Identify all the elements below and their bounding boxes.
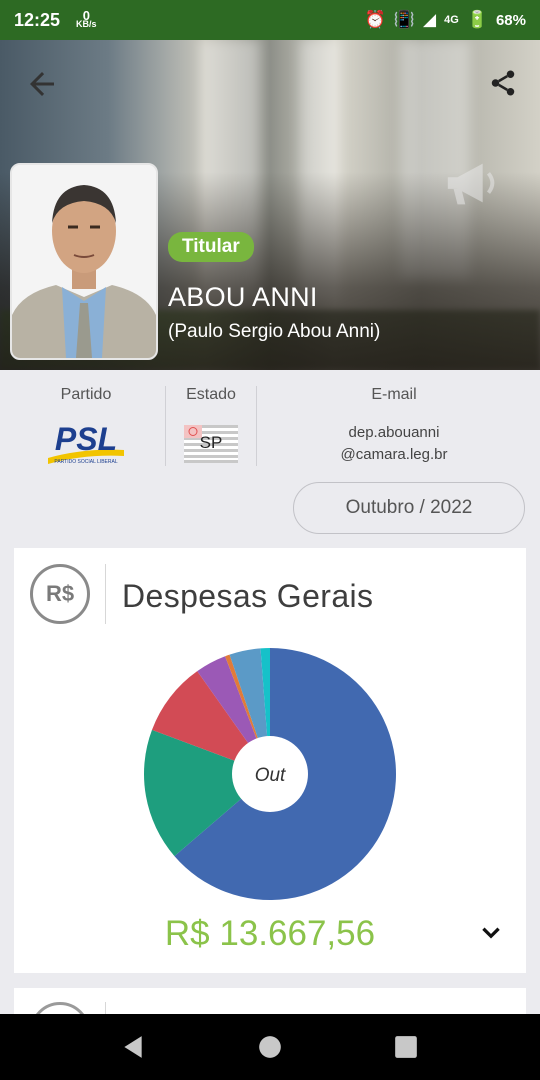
email-column: E-mail xyxy=(260,386,528,404)
email-value-line2[interactable]: @camara.leg.br xyxy=(260,446,528,463)
divider xyxy=(105,564,106,624)
deputy-photo xyxy=(10,163,158,360)
vibrate-icon: 📳 xyxy=(393,10,416,29)
deputy-info-row: Partido PSL PARTIDO SOCIAL LIBERAL Estad… xyxy=(0,370,540,482)
currency-icon: R$ xyxy=(30,564,90,624)
state-column: Estado xyxy=(170,386,252,404)
party-logo-text: PSL xyxy=(55,421,117,457)
party-label: Partido xyxy=(60,386,112,403)
signal-icon: ◢ xyxy=(423,10,437,29)
nav-recents-icon[interactable] xyxy=(393,1034,419,1060)
expenses-pie-chart[interactable]: Out xyxy=(14,640,526,910)
expenses-card: R$ Despesas Gerais Out R$ 13.667,56 xyxy=(14,548,526,973)
net-speed: 0 KB/s xyxy=(76,9,97,29)
network-type: 4G xyxy=(444,14,459,26)
month-selector[interactable]: Outubro / 2022 xyxy=(293,482,525,534)
net-speed-unit: KB/s xyxy=(76,19,97,29)
divider xyxy=(256,386,257,466)
deputy-name: ABOU ANNI xyxy=(168,282,318,312)
state-label: Estado xyxy=(186,386,236,403)
expenses-total: R$ 13.667,56 xyxy=(164,914,376,953)
pie-center-label: Out xyxy=(255,765,286,786)
battery-level: 68% xyxy=(495,11,526,29)
nav-home-icon[interactable] xyxy=(257,1034,283,1060)
currency-icon-text: R$ xyxy=(45,581,75,606)
status-bar: 12:25 0 KB/s ⏰ 📳 ◢ 4G 🔋 68% xyxy=(0,0,540,40)
alarm-icon: ⏰ xyxy=(364,10,386,29)
party-logo-subtext: PARTIDO SOCIAL LIBERAL xyxy=(54,459,117,465)
party-logo[interactable]: PSL PARTIDO SOCIAL LIBERAL xyxy=(44,418,128,466)
role-badge: Titular xyxy=(168,232,254,262)
status-icons: ⏰ 📳 ◢ 4G 🔋 68% xyxy=(365,10,526,30)
expenses-title: Despesas Gerais xyxy=(122,578,374,614)
chevron-down-icon[interactable] xyxy=(478,920,504,946)
divider xyxy=(165,386,166,466)
deputy-full-name: (Paulo Sergio Abou Anni) xyxy=(168,321,381,342)
navigation-bar xyxy=(0,1014,540,1080)
party-column: Partido xyxy=(22,386,150,404)
share-icon[interactable] xyxy=(488,68,518,98)
deputy-header: Titular ABOU ANNI (Paulo Sergio Abou Ann… xyxy=(0,40,540,370)
back-arrow-icon[interactable] xyxy=(24,66,60,102)
state-code: SP xyxy=(199,433,223,452)
nav-back-icon[interactable] xyxy=(120,1034,146,1060)
email-value-line1[interactable]: dep.abouanni xyxy=(260,424,528,441)
month-selector-label: Outubro / 2022 xyxy=(345,497,473,518)
email-label: E-mail xyxy=(371,386,417,403)
megaphone-icon[interactable] xyxy=(442,152,504,214)
battery-icon: 🔋 xyxy=(466,10,488,29)
status-time: 12:25 xyxy=(14,9,61,30)
